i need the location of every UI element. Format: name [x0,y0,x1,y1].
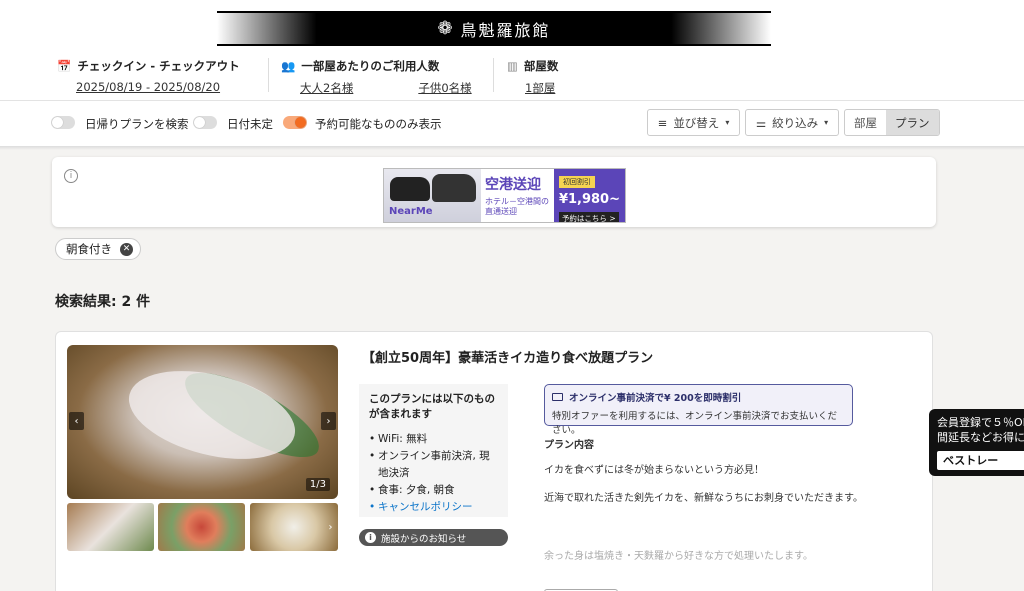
info-icon[interactable]: i [64,169,78,183]
chevron-right-icon[interactable]: › [321,412,336,430]
people-icon: 👥 [281,59,296,73]
floater-button[interactable]: ベストレー [937,450,1024,471]
view-switch: 部屋 プラン [844,109,940,136]
thumbnail[interactable]: › [250,503,338,551]
rooms-value[interactable]: 1部屋 [525,80,558,96]
undecided-toggle[interactable] [193,116,217,129]
ad-cta: 予約はこちら > [558,212,619,222]
image-counter: 1/3 [305,478,330,491]
ad-brand: NearMe [389,206,433,217]
hotel-name: 鳥魁羅旅館 [460,20,551,40]
description-line: イカを食べずには冬が始まらないという方必見！ [544,465,764,476]
guests-label: 一部屋あたりのご利用人数 [301,59,440,73]
hotel-banner: ❁ 鳥魁羅旅館 [217,11,771,46]
plan-includes: このプランには以下のものが含まれます WiFi: 無料 オンライン事前決済, 現… [359,384,508,517]
ad-container: i NearMe 空港送迎 ホテル－空港間の直通送迎 初回割引 ¥1,980~ … [52,157,936,227]
includes-heading: このプランには以下のものが含まれます [369,393,495,420]
thumbnail[interactable] [67,503,154,551]
children-value[interactable]: 子供0名様 [418,80,471,96]
view-plan-button[interactable]: プラン [886,110,939,135]
divider [493,58,494,92]
ad-badge: 初回割引 [558,176,595,188]
rooms-selector[interactable]: ▥ 部屋数 1部屋 [507,58,558,96]
include-item: 食事: 夕食, 朝食 [369,482,498,499]
ad-image: NearMe [384,169,481,222]
adults-value[interactable]: 大人2名様 [300,80,353,96]
refine-button[interactable]: ⚌ 絞り込み ▾ [745,109,839,136]
filter-chip-breakfast: 朝食付き ✕ [55,238,141,260]
description-line: 近海で取れた活きた剣先イカを、新鮮なうちにお刺身でいただきます。 [544,493,863,504]
plan-card: ‹ › 1/3 › 【創立50周年】豪華活きイカ造り食べ放題プラン このプランに… [55,331,933,591]
credit-card-icon [552,393,563,401]
sliders-icon: ⚌ [755,115,767,130]
view-room-button[interactable]: 部屋 [845,110,886,135]
undecided-label: 日付未定 [227,117,273,131]
building-icon: ▥ [507,59,518,73]
facility-notice-label: 施設からのお知らせ [381,533,467,545]
include-item: WiFi: 無料 [369,431,498,448]
cancel-policy-link[interactable]: キャンセルポリシー [369,499,498,516]
divider [0,100,1024,101]
results-count: 検索結果: 2 件 [55,294,151,310]
plan-main-image[interactable]: ‹ › 1/3 [67,345,338,499]
airport-transfer-ad[interactable]: NearMe 空港送迎 ホテル－空港間の直通送迎 初回割引 ¥1,980~ 予約… [383,168,626,223]
promo-text: 特別オファーを利用するには、オンライン事前決済でお支払いください。 [552,411,838,436]
guests-selector[interactable]: 👥 一部屋あたりのご利用人数 大人2名様 子供0名様 [281,58,472,96]
info-icon: i [365,532,376,543]
sort-button[interactable]: ≡ 並び替え ▾ [647,109,740,136]
crest-icon: ❁ [437,18,455,39]
header-area: ❁ 鳥魁羅旅館 📅 チェックイン - チェックアウト 2025/08/19 - 2… [0,0,1024,146]
dayuse-label: 日帰りプランを検索 [85,117,189,131]
plan-title[interactable]: 【創立50周年】豪華活きイカ造り食べ放題プラン [362,347,653,366]
description-line: 余った身は塩焼き・天麩羅から好きな方で処理いたします。 [544,551,813,562]
available-only-label: 予約可能なもののみ表示 [315,117,442,131]
chevron-left-icon[interactable]: ‹ [69,412,84,430]
floater-line: 間延長などお得に [937,431,1024,445]
include-item: オンライン事前決済, 現地決済 [369,448,498,482]
description-heading: プラン内容 [544,440,594,451]
caret-down-icon: ▾ [824,118,829,127]
chip-label: 朝食付き [66,242,112,256]
sort-icon: ≡ [657,115,668,130]
calendar-icon: 📅 [57,59,72,73]
ad-subtitle: ホテル－空港間の直通送迎 [484,197,549,217]
thumbnail[interactable] [158,503,245,551]
ad-price: ¥1,980~ [558,192,620,207]
promo-title: オンライン事前決済で¥ 200を即時割引 [569,393,742,404]
chevron-right-icon[interactable]: › [323,518,338,536]
sort-label: 並び替え [673,115,720,130]
date-selector[interactable]: 📅 チェックイン - チェックアウト 2025/08/19 - 2025/08/2… [57,58,240,94]
refine-label: 絞り込み [772,115,819,130]
rooms-label: 部屋数 [523,59,559,73]
dates-value[interactable]: 2025/08/19 - 2025/08/20 [76,80,240,94]
header-shadow [0,146,1024,150]
ad-title: 空港送迎 [484,177,541,193]
member-promo-floater[interactable]: 会員登録で５％OF 間延長などお得に ベストレー [929,409,1024,476]
dates-label: チェックイン - チェックアウト [77,59,240,73]
dayuse-toggle[interactable] [51,116,75,129]
divider [268,58,269,92]
floater-line: 会員登録で５％OF [937,416,1024,429]
available-only-toggle[interactable] [283,116,307,129]
caret-down-icon: ▾ [725,118,730,127]
facility-notice-button[interactable]: i 施設からのお知らせ [359,529,508,546]
promo-box: オンライン事前決済で¥ 200を即時割引 特別オファーを利用するには、オンライン… [544,384,853,436]
close-icon[interactable]: ✕ [120,242,133,256]
